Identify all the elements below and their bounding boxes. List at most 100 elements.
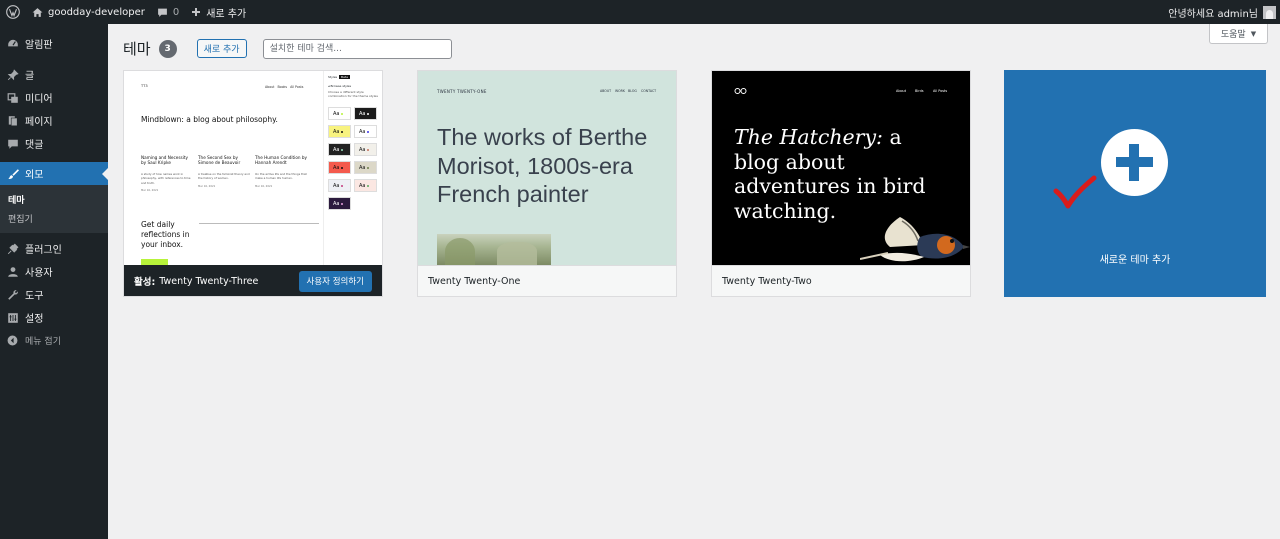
sidebar-item-label: 사용자 <box>25 268 53 279</box>
comment-icon <box>6 137 19 150</box>
collapse-menu-label: 메뉴 접기 <box>25 337 61 347</box>
wordpress-icon <box>6 5 20 19</box>
preview-nav-contact: CONTACT <box>641 89 657 93</box>
help-label: 도움말 <box>1220 30 1246 40</box>
sidebar-item-plugins[interactable]: 플러그인 <box>0 237 108 260</box>
sidebar-item-label: 외모 <box>25 170 44 181</box>
home-icon <box>32 7 43 17</box>
submenu-item-themes[interactable]: 테마 <box>0 190 108 209</box>
sidebar-item-appearance[interactable]: 외모 <box>0 162 108 185</box>
sidebar-item-label: 알림판 <box>25 40 53 51</box>
preview-post-2: The Second Sex by Simone de Beauvoir A t… <box>198 155 250 188</box>
wrench-icon <box>6 288 19 301</box>
dashboard-icon <box>6 37 19 50</box>
preview-binoculars-logo <box>734 88 747 94</box>
wordpress-logo-button[interactable] <box>0 0 26 24</box>
media-icon <box>6 91 19 104</box>
preview-painting-image <box>437 234 551 265</box>
pin-icon <box>6 68 19 81</box>
preview-nav: About Books All Posts <box>265 85 304 89</box>
sidebar-item-comments[interactable]: 댓글 <box>0 132 108 155</box>
style-panel-header: Styles Beta <box>328 75 350 79</box>
sidebar-item-label: 도구 <box>25 291 44 302</box>
style-swatch: Aa <box>328 179 351 192</box>
theme-card-twenty-twenty-three[interactable]: TT3 About Books All Posts Mindblown: a b… <box>123 70 383 297</box>
admin-sidebar: 알림판 글 미디어 페이지 댓글 외모 테마 편집기 플러그인 사용자 도구 설… <box>0 24 108 539</box>
add-new-theme-label: 새로운 테마 추가 <box>1099 255 1171 266</box>
preview-post-3: The Human Condition by Hannah Arendt On … <box>255 155 308 188</box>
style-panel-desc: Choose a different style combination for… <box>328 90 378 98</box>
preview-nav-about: About <box>896 89 907 93</box>
theme-count-badge: 3 <box>158 39 177 58</box>
style-panel-title: ◂ Browse styles <box>328 84 352 88</box>
appearance-submenu: 테마 편집기 <box>0 185 108 233</box>
plus-icon <box>1101 129 1168 196</box>
style-swatch: Aa <box>354 107 377 120</box>
greeting-label: 안녕하세요 admin님 <box>1168 8 1258 20</box>
style-swatch: Aa <box>328 143 351 156</box>
add-new-theme-button[interactable]: 새로 추가 <box>196 39 247 58</box>
style-swatch: Aa <box>354 143 377 156</box>
plugin-icon <box>6 242 19 255</box>
sidebar-item-users[interactable]: 사용자 <box>0 260 108 283</box>
sidebar-item-dashboard[interactable]: 알림판 <box>0 32 108 55</box>
page-header: 테마 3 새로 추가 <box>123 38 452 59</box>
my-account-link[interactable]: 안녕하세요 admin님 <box>1162 0 1280 24</box>
sidebar-item-tools[interactable]: 도구 <box>0 283 108 306</box>
collapse-menu-button[interactable]: 메뉴 접기 <box>0 329 108 352</box>
theme-name: Twenty Twenty-One <box>418 265 676 296</box>
sidebar-item-pages[interactable]: 페이지 <box>0 109 108 132</box>
sidebar-item-label: 플러그인 <box>25 245 62 256</box>
preview-site-title: TWENTY TWENTY-ONE <box>437 89 487 94</box>
comments-count: 0 <box>172 6 180 18</box>
plus-icon <box>192 8 201 16</box>
caret-down-icon: ▼ <box>1250 29 1257 38</box>
comment-bubble-icon <box>157 8 167 17</box>
theme-card-twenty-twenty-one[interactable]: TWENTY TWENTY-ONE ABOUT WORK BLOG CONTAC… <box>417 70 677 297</box>
active-theme-bar: 활성: Twenty Twenty-Three 사용자 정의하기 <box>124 265 382 296</box>
theme-search-input[interactable] <box>262 38 452 59</box>
style-swatch: Aa <box>328 197 351 210</box>
collapse-arrow-icon <box>6 334 19 347</box>
style-swatch: Aa <box>354 161 377 174</box>
add-new-theme-card[interactable]: 새로운 테마 추가 <box>1004 70 1266 297</box>
sidebar-item-label: 페이지 <box>25 117 53 128</box>
new-content-label: 새로 추가 <box>206 8 247 20</box>
theme-screenshot: TT3 About Books All Posts Mindblown: a b… <box>124 71 382 265</box>
site-name-link[interactable]: goodday-developer <box>26 0 151 24</box>
preview-nav-about: ABOUT <box>600 89 612 93</box>
style-swatch: Aa <box>354 125 377 138</box>
comments-link[interactable]: 0 <box>151 0 185 24</box>
sidebar-item-label: 댓글 <box>25 140 44 151</box>
theme-name: Twenty Twenty-Two <box>712 265 970 296</box>
preview-style-panel: Styles Beta ◂ Browse styles Choose a dif… <box>323 71 382 265</box>
sidebar-item-label: 미디어 <box>25 94 53 105</box>
active-theme-name: Twenty Twenty-Three <box>159 275 259 287</box>
style-swatch: Aa <box>328 161 351 174</box>
preview-bird-illustration <box>860 217 970 262</box>
sidebar-item-posts[interactable]: 글 <box>0 63 108 86</box>
settings-icon <box>6 311 19 324</box>
preview-subscribe-text: Get daily reflections in your inbox. <box>141 220 190 249</box>
sidebar-item-label: 설정 <box>25 314 44 325</box>
page-title: 테마 <box>123 40 151 58</box>
page-icon <box>6 114 19 127</box>
submenu-item-editor[interactable]: 편집기 <box>0 209 108 228</box>
sidebar-item-media[interactable]: 미디어 <box>0 86 108 109</box>
preview-headline: Mindblown: a blog about philosophy. <box>141 115 278 124</box>
preview-nav-work: WORK <box>615 89 625 93</box>
site-name-label: goodday-developer <box>48 6 145 18</box>
preview-nav-blog: BLOG <box>628 89 637 93</box>
style-swatch: Aa <box>328 125 351 138</box>
sidebar-item-settings[interactable]: 설정 <box>0 306 108 329</box>
red-checkmark-annotation-icon <box>1053 175 1097 209</box>
preview-site-logo: TT3 <box>141 84 148 88</box>
help-tab-button[interactable]: 도움말 ▼ <box>1209 24 1268 44</box>
preview-divider <box>199 223 319 224</box>
admin-bar: goodday-developer 0 새로 추가 안녕하세요 admin님 <box>0 0 1280 24</box>
customize-button[interactable]: 사용자 정의하기 <box>298 270 372 292</box>
new-content-link[interactable]: 새로 추가 <box>185 0 252 24</box>
theme-screenshot: TWENTY TWENTY-ONE ABOUT WORK BLOG CONTAC… <box>418 71 676 265</box>
style-swatch: Aa <box>354 179 377 192</box>
theme-card-twenty-twenty-two[interactable]: About Birds All Posts The Hatchery: a bl… <box>711 70 971 297</box>
